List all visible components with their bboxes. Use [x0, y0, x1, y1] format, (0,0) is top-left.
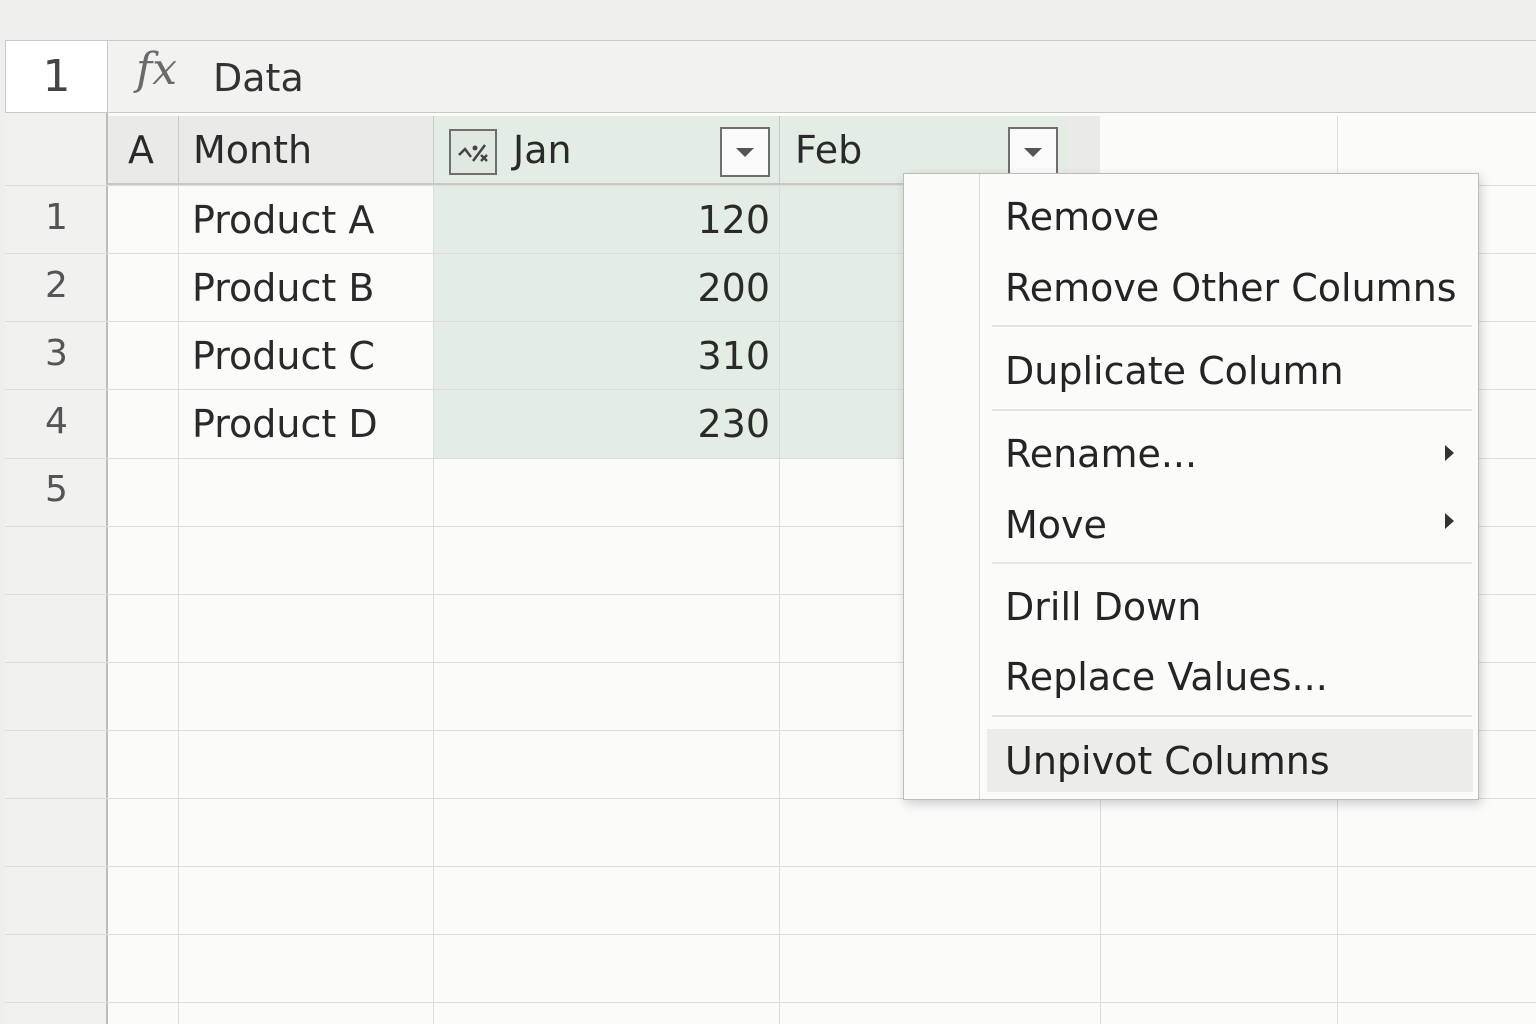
- cell-month[interactable]: Product C: [192, 334, 375, 378]
- grid-line: [433, 116, 434, 1024]
- column-header-jan[interactable]: Jan: [513, 128, 572, 172]
- fx-icon: fx: [136, 44, 178, 95]
- row-number[interactable]: 1: [5, 197, 108, 238]
- menu-separator: [992, 562, 1472, 564]
- grid-line: [5, 866, 1536, 867]
- formula-text[interactable]: Data: [213, 56, 304, 100]
- menu-item-label: Rename...: [1005, 432, 1198, 476]
- column-header-month[interactable]: Month: [193, 128, 312, 172]
- menu-item-replace-values[interactable]: Replace Values...: [990, 646, 1473, 708]
- menu-separator: [992, 325, 1472, 327]
- number-type-icon[interactable]: [449, 129, 497, 175]
- menu-separator: [992, 715, 1472, 717]
- row-number[interactable]: 3: [5, 333, 108, 374]
- menu-item-unpivot-columns[interactable]: Unpivot Columns: [987, 729, 1473, 792]
- row-number[interactable]: 4: [5, 401, 108, 442]
- menu-item-label: Remove Other Columns: [1005, 266, 1457, 310]
- menu-item-rename[interactable]: Rename...: [990, 423, 1473, 485]
- cell-month[interactable]: Product B: [192, 266, 374, 310]
- feb-filter-dropdown[interactable]: [1008, 127, 1058, 177]
- menu-item-move[interactable]: Move: [990, 494, 1473, 556]
- grid-line: [779, 116, 780, 185]
- submenu-arrow-icon: [1445, 513, 1454, 529]
- cell-jan[interactable]: 200: [440, 266, 770, 310]
- submenu-arrow-icon: [1445, 445, 1454, 461]
- row-header-column: [5, 113, 108, 1024]
- cell-month[interactable]: Product A: [192, 198, 374, 242]
- grid-line: [5, 1002, 1536, 1003]
- grid-line: [1100, 800, 1101, 1024]
- menu-item-label: Replace Values...: [1005, 655, 1328, 699]
- grid-line: [178, 116, 179, 185]
- menu-icon-gutter: [979, 174, 980, 799]
- cell-month[interactable]: Product D: [192, 402, 378, 446]
- grid-line: [1337, 116, 1338, 173]
- cell-jan[interactable]: 310: [440, 334, 770, 378]
- name-box[interactable]: 1: [5, 40, 108, 113]
- menu-item-remove[interactable]: Remove: [990, 186, 1473, 248]
- menu-item-label: Unpivot Columns: [1005, 738, 1330, 783]
- grid-line: [5, 934, 1536, 935]
- row-number[interactable]: 2: [5, 265, 108, 306]
- menu-item-label: Remove: [1005, 195, 1160, 239]
- menu-separator: [992, 409, 1472, 411]
- menu-item-label: Duplicate Column: [1005, 349, 1344, 393]
- column-header-feb[interactable]: Feb: [795, 128, 862, 172]
- grid-line: [1337, 800, 1338, 1024]
- grid-line: [178, 116, 179, 1024]
- column-letter-a[interactable]: A: [128, 128, 154, 172]
- grid-line: [433, 116, 434, 185]
- cell-jan[interactable]: 120: [440, 198, 770, 242]
- jan-filter-dropdown[interactable]: [720, 127, 770, 177]
- cell-jan[interactable]: 230: [440, 402, 770, 446]
- menu-item-label: Drill Down: [1005, 585, 1202, 629]
- row-number[interactable]: 5: [5, 469, 108, 510]
- formula-bar[interactable]: [108, 40, 1536, 113]
- menu-item-duplicate-column[interactable]: Duplicate Column: [990, 340, 1473, 402]
- menu-item-label: Move: [1005, 503, 1107, 547]
- menu-item-remove-other-columns[interactable]: Remove Other Columns: [990, 257, 1473, 319]
- menu-item-drill-down[interactable]: Drill Down: [990, 576, 1473, 638]
- grid-line: [779, 116, 780, 1024]
